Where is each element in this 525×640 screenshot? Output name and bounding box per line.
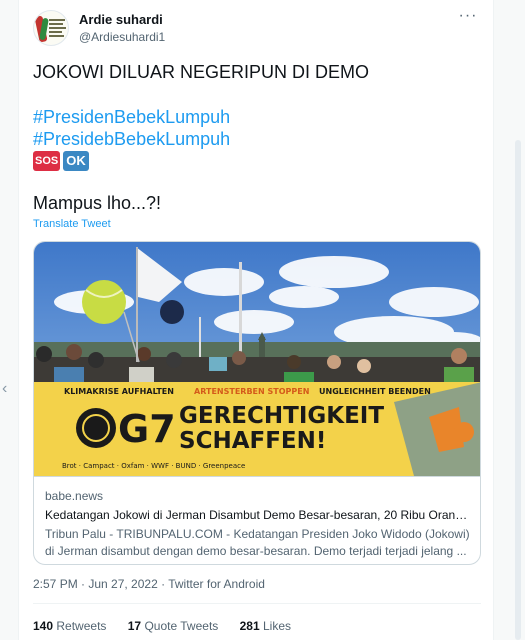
link-preview-card[interactable]: KLIMAKRISE AUFHALTEN ARTENSTERBEN STOPPE… xyxy=(33,241,481,565)
translate-tweet-link[interactable]: Translate Tweet xyxy=(33,218,111,230)
banner-logo: G7 xyxy=(118,407,176,451)
divider xyxy=(33,603,481,604)
chevron-left-icon[interactable]: ‹ xyxy=(2,380,7,398)
likes-stat[interactable]: 281 Likes xyxy=(240,619,291,633)
background-right-gutter xyxy=(493,0,525,640)
adjacent-panel-edge xyxy=(515,140,521,640)
tweet: Ardie suhardi @Ardiesuhardi1 ··· JOKOWI … xyxy=(18,0,494,640)
author-handle[interactable]: @Ardiesuhardi1 xyxy=(79,30,165,44)
sos-emoji-icon: SOS xyxy=(33,151,61,172)
card-description: Tribun Palu - TRIBUNPALU.COM - Kedatanga… xyxy=(45,527,470,558)
card-meta[interactable]: babe.news Kedatangan Jokowi di Jerman Di… xyxy=(34,476,480,564)
likes-label: Likes xyxy=(263,619,292,633)
ok-emoji-icon: OK xyxy=(63,151,89,172)
banner-slogan-3: UNGLEICHHEIT BEENDEN xyxy=(319,387,431,396)
banner-main-text-2: SCHAFFEN! xyxy=(179,428,326,454)
tweet-stats: 140 Retweets 17 Quote Tweets 281 Likes xyxy=(33,619,309,633)
tweet-timestamp[interactable]: 2:57 PM · Jun 27, 2022 · Twitter for And… xyxy=(33,577,265,591)
author-name[interactable]: Ardie suhardi xyxy=(79,12,163,27)
likes-count: 281 xyxy=(239,619,260,633)
tweet-text-line: Mampus lho...?! xyxy=(33,193,162,213)
retweets-count: 140 xyxy=(33,619,54,633)
tweet-header: Ardie suhardi @Ardiesuhardi1 ··· xyxy=(33,8,483,50)
hashtag-link[interactable]: #PresidenBebekLumpuh xyxy=(33,106,230,128)
banner-main-text-1: GERECHTIGKEIT xyxy=(179,403,384,429)
banner-sponsors: Brot · Campact · Oxfam · WWF · BUND · Gr… xyxy=(62,462,245,470)
emoji-row: SOS OK xyxy=(33,149,92,172)
hashtag-link[interactable]: #PresidebBebekLumpuh xyxy=(33,128,230,150)
more-options-icon[interactable]: ··· xyxy=(455,8,481,30)
quote-tweets-stat[interactable]: 17 Quote Tweets xyxy=(128,619,219,633)
background-left-gutter: ‹ xyxy=(0,0,18,640)
tweet-text-line: JOKOWI DILUAR NEGERIPUN DI DEMO xyxy=(33,62,370,82)
card-title: Kedatangan Jokowi di Jerman Disambut Dem… xyxy=(45,508,473,522)
avatar[interactable] xyxy=(33,10,69,46)
card-domain: babe.news xyxy=(45,489,104,503)
banner-slogan-2: ARTENSTERBEN STOPPEN xyxy=(194,387,309,396)
quotes-count: 17 xyxy=(127,619,142,633)
card-image[interactable]: KLIMAKRISE AUFHALTEN ARTENSTERBEN STOPPE… xyxy=(34,242,480,476)
quotes-label: Quote Tweets xyxy=(144,619,219,633)
retweets-label: Retweets xyxy=(56,619,107,633)
banner-slogan-1: KLIMAKRISE AUFHALTEN xyxy=(64,387,174,396)
retweets-stat[interactable]: 140 Retweets xyxy=(33,619,106,633)
